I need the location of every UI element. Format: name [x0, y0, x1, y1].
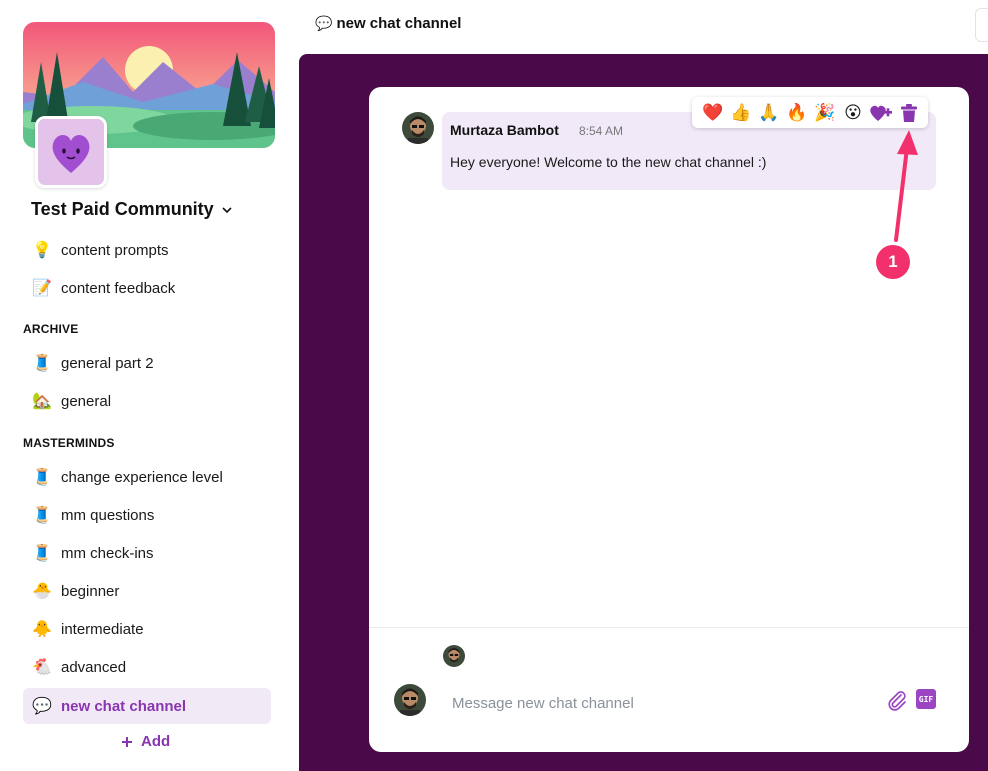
plus-icon: [122, 736, 132, 747]
message-text: Hey everyone! Welcome to the new chat ch…: [450, 154, 767, 170]
sidebar-item-beginner[interactable]: 🐣 beginner: [23, 573, 271, 609]
sidebar-item-label: content feedback: [61, 279, 176, 297]
sidebar-item-general-part-2[interactable]: 🧵 general part 2: [23, 345, 271, 381]
sidebar-item-label: content prompts: [61, 241, 169, 259]
sidebar-item-label: general: [61, 392, 112, 410]
lightbulb-icon: 💡: [32, 242, 52, 259]
annotation-badge: 1: [876, 245, 910, 279]
sidebar-item-general[interactable]: 🏡 general: [23, 383, 271, 419]
sidebar-item-label: mm check-ins: [61, 544, 154, 562]
composer-divider: [369, 627, 969, 628]
sidebar-item-content-feedback[interactable]: 📝 content feedback: [23, 270, 271, 306]
trash-icon: [901, 103, 917, 122]
reaction-pray-button[interactable]: 🙏: [756, 100, 782, 126]
sidebar-item-new-chat-channel[interactable]: 💬 new chat channel: [23, 688, 271, 724]
app-window: Test Paid Community 💡 content prompts 📝 …: [0, 0, 988, 771]
delete-message-button[interactable]: [896, 100, 922, 126]
message-author[interactable]: Murtaza Bambot: [450, 122, 559, 138]
sidebar-item-intermediate[interactable]: 🐥 intermediate: [23, 611, 271, 647]
thread-icon: 🧵: [32, 545, 52, 562]
reaction-party-button[interactable]: 🎉: [812, 100, 838, 126]
memo-icon: 📝: [32, 280, 52, 297]
section-label-archive: ARCHIVE: [23, 322, 79, 336]
thread-icon: 🧵: [32, 507, 52, 524]
annotation-arrow: [894, 130, 918, 242]
avatar: [394, 684, 426, 716]
page-title: 💬 new chat channel: [315, 15, 461, 32]
chick-icon: 🐥: [32, 621, 52, 638]
sidebar-item-advanced[interactable]: 🐔 advanced: [23, 649, 271, 685]
thread-icon: 🧵: [32, 469, 52, 486]
add-reaction-button[interactable]: [868, 100, 894, 126]
add-label: Add: [141, 733, 171, 750]
avatar: [443, 645, 465, 667]
message-timestamp: 8:54 AM: [579, 124, 624, 138]
add-channel-button[interactable]: Add: [121, 733, 170, 750]
community-name-text: Test Paid Community: [31, 199, 214, 219]
sidebar-item-label: intermediate: [61, 620, 144, 638]
chevron-down-icon: [222, 206, 232, 213]
header-action-button[interactable]: [975, 8, 988, 42]
page-title-text: new chat channel: [336, 15, 462, 32]
sidebar-item-content-prompts[interactable]: 💡 content prompts: [23, 232, 271, 268]
message-input[interactable]: [444, 688, 864, 718]
hatching-chick-icon: 🐣: [32, 583, 52, 600]
reaction-surprised-button[interactable]: 😮: [840, 100, 866, 126]
speech-bubble-icon: 💬: [315, 15, 333, 31]
sidebar-item-mm-questions[interactable]: 🧵 mm questions: [23, 497, 271, 533]
sidebar-item-label: change experience level: [61, 468, 223, 486]
house-icon: 🏡: [32, 393, 52, 410]
reaction-thumbs-up-button[interactable]: 👍: [728, 100, 754, 126]
speech-bubble-icon: 💬: [32, 698, 52, 715]
sidebar-item-label: new chat channel: [61, 697, 187, 715]
sidebar: Test Paid Community 💡 content prompts 📝 …: [0, 0, 295, 771]
sidebar-item-label: general part 2: [61, 354, 154, 372]
sidebar-item-label: beginner: [61, 582, 120, 600]
community-name[interactable]: Test Paid Community: [31, 199, 232, 220]
reaction-fire-button[interactable]: 🔥: [784, 100, 810, 126]
section-label-masterminds: MASTERMINDS: [23, 436, 115, 450]
reaction-heart-button[interactable]: ❤️: [700, 100, 726, 126]
sidebar-item-mm-check-ins[interactable]: 🧵 mm check-ins: [23, 535, 271, 571]
community-icon[interactable]: [35, 116, 107, 188]
attachment-icon[interactable]: [886, 689, 908, 711]
sidebar-item-label: mm questions: [61, 506, 155, 524]
chicken-icon: 🐔: [32, 659, 52, 676]
avatar[interactable]: [402, 112, 434, 144]
sidebar-item-label: advanced: [61, 658, 127, 676]
sidebar-item-change-experience-level[interactable]: 🧵 change experience level: [23, 459, 271, 495]
gif-button[interactable]: GIF: [916, 689, 936, 709]
heart-plus-icon: [870, 105, 892, 121]
thread-icon: 🧵: [32, 355, 52, 372]
